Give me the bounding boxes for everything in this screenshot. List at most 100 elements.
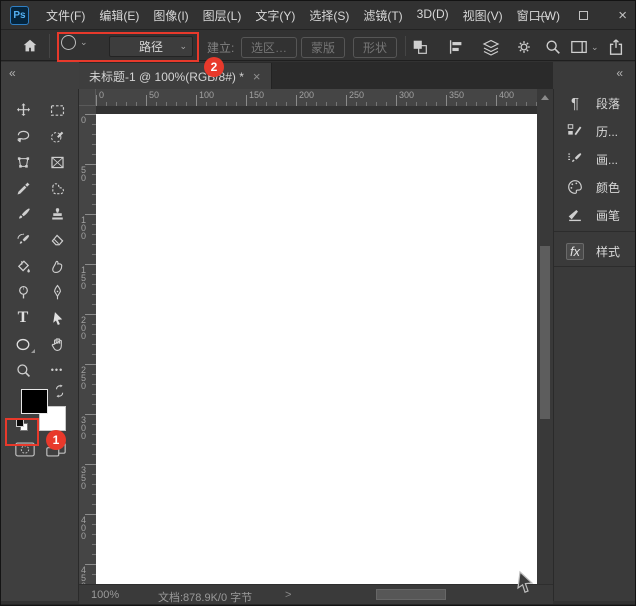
brushes-icon <box>563 205 587 225</box>
dodge-tool[interactable] <box>6 279 40 305</box>
clone-stamp-tool[interactable] <box>40 201 74 227</box>
annotation-box-path-mode <box>57 32 199 62</box>
edit-toolbar-ellipsis[interactable]: ••• <box>40 357 74 383</box>
panel-button-styles[interactable]: fx 样式 <box>554 239 636 267</box>
panel-label: 颜色 <box>596 179 620 196</box>
brush-tool[interactable] <box>6 201 40 227</box>
photoshop-logo: Ps <box>10 6 29 25</box>
make-shape-button[interactable]: 形状 <box>353 37 397 58</box>
vertical-scroll-thumb[interactable] <box>540 246 550 419</box>
brush-settings-icon <box>563 149 587 169</box>
object-selection-tool[interactable] <box>40 123 74 149</box>
menu-item[interactable]: 文字(Y) <box>248 4 302 27</box>
eyedropper-tool[interactable] <box>6 175 40 201</box>
ruler-label: 50 <box>81 166 88 182</box>
path-selection-tool[interactable] <box>40 305 74 331</box>
tab-close-icon[interactable]: × <box>253 69 261 84</box>
path-alignment-icon[interactable] <box>447 38 465 56</box>
menu-item[interactable]: 图像(I) <box>146 4 195 27</box>
transform-frame-tool[interactable] <box>6 149 40 175</box>
gear-icon[interactable] <box>515 38 533 56</box>
panel-label: 段落 <box>596 95 620 112</box>
ellipse-tool[interactable] <box>6 331 40 357</box>
marquee-tool[interactable] <box>40 97 74 123</box>
maximize-button[interactable] <box>579 11 588 20</box>
window-controls: — × <box>536 1 627 30</box>
ruler-label: 400 <box>499 90 514 100</box>
panel-label: 画... <box>596 151 618 168</box>
history-brush-tool[interactable] <box>6 227 40 253</box>
paint-bucket-tool[interactable] <box>6 253 40 279</box>
ruler-origin-box[interactable] <box>79 89 96 106</box>
ruler-label: 350 <box>449 90 464 100</box>
foreground-color-swatch[interactable] <box>21 389 48 414</box>
menu-item[interactable]: 编辑(E) <box>92 4 146 27</box>
document-tab[interactable]: 未标题-1 @ 100%(RGB/8#) * × <box>79 63 272 89</box>
type-tool[interactable]: T <box>6 305 40 331</box>
pen-tool[interactable] <box>40 279 74 305</box>
create-label: 建立: <box>207 39 234 56</box>
ruler-label: 400 <box>81 516 88 540</box>
mouse-cursor <box>515 570 537 594</box>
swap-colors-icon[interactable] <box>53 384 67 398</box>
path-arrangement-icon[interactable] <box>481 38 501 58</box>
healing-patch-tool[interactable] <box>40 175 74 201</box>
menu-item[interactable]: 视图(V) <box>456 4 510 27</box>
share-icon[interactable] <box>607 38 625 56</box>
options-separator <box>49 34 50 58</box>
menu-item[interactable]: 图层(L) <box>196 4 249 27</box>
menu-item[interactable]: 选择(S) <box>302 4 356 27</box>
menu-item[interactable]: 文件(F) <box>39 4 92 27</box>
tool-panel: T ••• <box>1 89 79 601</box>
close-button[interactable]: × <box>618 9 627 22</box>
minimize-button[interactable]: — <box>536 9 549 22</box>
ruler-label: 250 <box>81 366 88 390</box>
path-operations-icon[interactable] <box>411 38 429 56</box>
document-canvas[interactable] <box>96 114 537 584</box>
zoom-tool[interactable] <box>6 357 40 383</box>
panel-button-brushes[interactable]: 画笔 <box>554 201 636 229</box>
menu-item[interactable]: 3D(D) <box>410 4 456 27</box>
panel-label: 画笔 <box>596 207 620 224</box>
panel-label: 历... <box>596 123 618 140</box>
workspace-icon[interactable] <box>569 38 589 56</box>
menu-bar: Ps 文件(F)编辑(E)图像(I)图层(L)文字(Y)选择(S)滤镜(T)3D… <box>1 1 636 30</box>
move-tool[interactable] <box>6 97 40 123</box>
lasso-tool[interactable] <box>6 123 40 149</box>
ruler-label: 100 <box>199 90 214 100</box>
panel-button-color[interactable]: 颜色 <box>554 173 636 201</box>
annotation-badge-1: 1 <box>46 430 66 450</box>
ruler-label: 0 <box>81 116 88 124</box>
eraser-tool[interactable] <box>40 227 74 253</box>
photoshop-window: Ps 文件(F)编辑(E)图像(I)图层(L)文字(Y)选择(S)滤镜(T)3D… <box>0 0 636 606</box>
ruler-label: 200 <box>81 316 88 340</box>
ruler-label: 300 <box>81 416 88 440</box>
toolbar-collapse[interactable]: « <box>1 62 79 89</box>
panel-button-history[interactable]: 历... <box>554 117 636 145</box>
horizontal-ruler: 050100150200250300350400 <box>96 89 553 106</box>
smudge-tool[interactable] <box>40 253 74 279</box>
menu-item[interactable]: 滤镜(T) <box>356 4 409 27</box>
annotation-badge-2: 2 <box>204 57 224 77</box>
vertical-scrollbar[interactable] <box>537 89 553 584</box>
horizontal-scroll-thumb[interactable] <box>376 589 446 600</box>
panel-button-paragraph[interactable]: ¶ 段落 <box>554 89 636 117</box>
zoom-level-field[interactable]: 100% <box>91 589 119 601</box>
ruler-label: 150 <box>81 266 88 290</box>
chevron-down-icon[interactable]: ⌄ <box>591 42 599 53</box>
ruler-label: 350 <box>81 466 88 490</box>
annotation-box-ellipse-tool <box>5 418 39 446</box>
hand-tool[interactable] <box>40 331 74 357</box>
make-selection-button[interactable]: 选区… <box>241 37 297 58</box>
make-mask-button[interactable]: 蒙版 <box>301 37 345 58</box>
ruler-label: 100 <box>81 216 88 240</box>
home-icon[interactable] <box>21 37 39 55</box>
status-chevron-icon[interactable]: > <box>285 589 291 601</box>
ruler-label: 50 <box>149 90 159 100</box>
status-bar: 100% 文档:878.9K/0 字节 > <box>79 584 553 604</box>
dock-collapse[interactable]: « <box>553 62 636 89</box>
frame-tool[interactable] <box>40 149 74 175</box>
magnifier-icon[interactable] <box>544 38 562 56</box>
panel-button-brush-settings[interactable]: 画... <box>554 145 636 173</box>
scroll-up-arrow[interactable] <box>541 95 549 100</box>
